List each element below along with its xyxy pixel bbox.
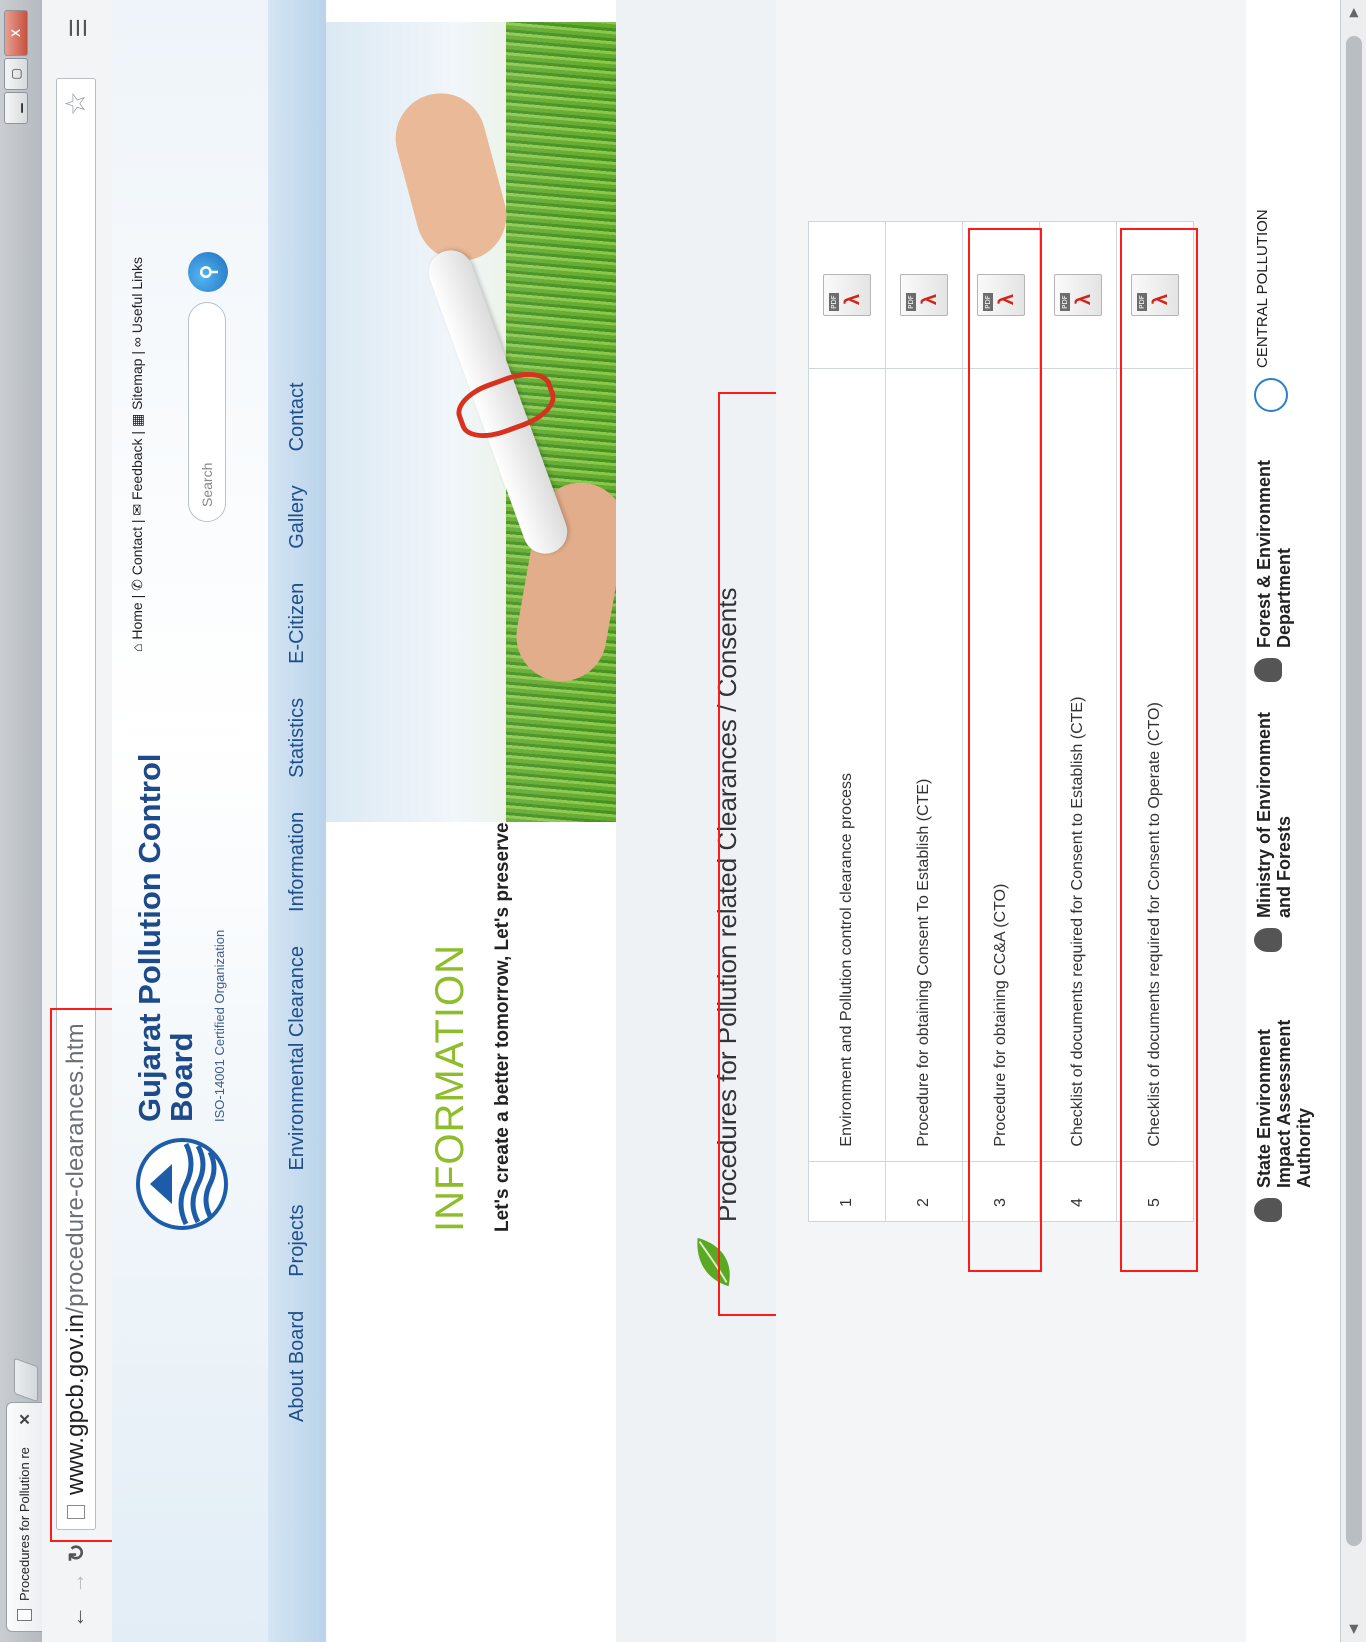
partner-seiaa[interactable]: State Environment Impact Assessment Auth… xyxy=(1254,968,1314,1222)
page-heading: INFORMATION xyxy=(428,943,472,1232)
window-controls: ▁ ▢ X xyxy=(4,10,28,124)
link-feedback[interactable]: Feedback xyxy=(129,438,145,499)
row-3-highlight-box xyxy=(968,228,1042,1272)
national-emblem-icon xyxy=(1254,658,1282,682)
scrollbar-thumb[interactable] xyxy=(1346,36,1362,1546)
tab-title: Procedures for Pollution re xyxy=(17,1447,32,1601)
pdf-tag: PDF xyxy=(829,293,839,312)
tab-active[interactable]: Procedures for Pollution re ✕ xyxy=(6,1402,42,1632)
pdf-cell: PDF λ xyxy=(885,221,963,369)
tab-strip: Procedures for Pollution re ✕ ▁ ▢ X xyxy=(0,0,42,1642)
org-subtitle: ISO-14001 Certified Organization xyxy=(212,929,227,1122)
pdf-tag: PDF xyxy=(906,293,916,312)
horizontal-scrollbar[interactable]: ◀ ▶ xyxy=(1340,0,1366,1642)
cpcb-logo-icon xyxy=(1254,378,1288,412)
table-row: 2 Procedure for obtaining Consent To Est… xyxy=(885,221,963,1222)
pdf-download-icon[interactable]: PDF λ xyxy=(1054,274,1102,317)
document-title: Environment and Pollution control cleara… xyxy=(808,368,886,1162)
site-header: Gujarat Pollution Control Board ISO-1400… xyxy=(112,0,326,1642)
menu-icon[interactable]: ☰ xyxy=(66,18,92,38)
pdf-download-icon[interactable]: PDF λ xyxy=(900,274,948,317)
nav-projects[interactable]: Projects xyxy=(286,1205,309,1277)
nav-e-citizen[interactable]: E-Citizen xyxy=(286,583,309,664)
national-emblem-icon xyxy=(1254,928,1282,952)
search-icon: ⚲ xyxy=(197,264,220,280)
close-tab-icon[interactable]: ✕ xyxy=(16,1413,34,1426)
utility-links: ⌂ Home | ✆ Contact | ✉ Feedback | ▦ Site… xyxy=(129,256,145,652)
link-chain-icon: ∞ xyxy=(129,337,145,348)
partner-label: State Environment Impact Assessment Auth… xyxy=(1254,1019,1314,1188)
scroll-right-arrow-icon[interactable]: ▶ xyxy=(1346,8,1360,17)
phone-icon: ✆ xyxy=(129,579,145,591)
link-sitemap[interactable]: Sitemap xyxy=(129,359,145,410)
partner-cpcb[interactable]: CENTRAL POLLUTION xyxy=(1254,209,1288,412)
maximize-button[interactable]: ▢ xyxy=(4,58,28,90)
reload-icon[interactable]: ↻ xyxy=(64,1544,90,1562)
banner-area: INFORMATION Let's create a better tomorr… xyxy=(326,0,616,1642)
acrobat-swoosh-icon: λ xyxy=(842,293,864,306)
link-useful[interactable]: Useful Links xyxy=(129,257,145,333)
nav-environmental-clearance[interactable]: Environmental Clearance xyxy=(286,946,309,1171)
scroll-left-arrow-icon[interactable]: ◀ xyxy=(1346,1625,1360,1634)
home-icon: ⌂ xyxy=(129,643,145,652)
search-button[interactable]: ⚲ xyxy=(188,252,228,292)
pdf-download-icon[interactable]: PDF λ xyxy=(823,274,871,317)
banner-image xyxy=(326,22,616,822)
partner-label: Forest & Environment Department xyxy=(1254,459,1294,648)
nav-about-board[interactable]: About Board xyxy=(286,1311,309,1422)
pdf-tag: PDF xyxy=(1060,293,1070,312)
link-home[interactable]: Home xyxy=(129,602,145,639)
partner-label: Ministry of Environment and Forests xyxy=(1254,711,1294,918)
document-title: Procedure for obtaining Consent To Estab… xyxy=(885,368,963,1162)
partner-forest-env[interactable]: Forest & Environment Department xyxy=(1254,428,1294,682)
document-title: Checklist of documents required for Cons… xyxy=(1039,368,1117,1162)
row-number: 4 xyxy=(1039,1161,1117,1222)
pdf-cell: PDF λ xyxy=(1039,221,1117,369)
main-nav: About Board Projects Environmental Clear… xyxy=(268,0,326,1642)
nav-information[interactable]: Information xyxy=(286,812,309,912)
sitemap-icon: ▦ xyxy=(129,413,145,428)
acrobat-swoosh-icon: λ xyxy=(919,293,941,306)
new-tab-button[interactable] xyxy=(14,1357,38,1403)
mail-icon: ✉ xyxy=(129,503,145,516)
nav-statistics[interactable]: Statistics xyxy=(286,698,309,778)
page-icon xyxy=(17,1609,32,1621)
minimize-button[interactable]: ▁ xyxy=(4,92,28,124)
national-emblem-icon xyxy=(1254,1198,1282,1222)
pdf-cell: PDF λ xyxy=(808,221,886,369)
partner-moef[interactable]: Ministry of Environment and Forests xyxy=(1254,698,1294,952)
gpcb-logo[interactable] xyxy=(132,1134,232,1234)
org-name[interactable]: Gujarat Pollution Control Board xyxy=(132,742,199,1122)
bookmark-star-icon[interactable]: ☆ xyxy=(59,91,92,116)
partner-label: CENTRAL POLLUTION xyxy=(1254,209,1271,368)
browser-window: Procedures for Pollution re ✕ ▁ ▢ X ← → … xyxy=(0,0,1366,1642)
table-row: 1 Environment and Pollution control clea… xyxy=(808,221,886,1222)
table-row: 4 Checklist of documents required for Co… xyxy=(1039,221,1117,1222)
forward-arrow-icon[interactable]: → xyxy=(64,1572,90,1594)
acrobat-swoosh-icon: λ xyxy=(1073,293,1095,306)
window-close-button[interactable]: X xyxy=(4,10,28,56)
back-arrow-icon[interactable]: ← xyxy=(64,1606,90,1628)
nav-contact[interactable]: Contact xyxy=(286,382,309,451)
hand-graphic xyxy=(385,83,517,271)
link-contact[interactable]: Contact xyxy=(129,527,145,575)
row-number: 1 xyxy=(808,1161,886,1222)
row-number: 2 xyxy=(885,1161,963,1222)
nav-gallery[interactable]: Gallery xyxy=(286,485,309,548)
search-input[interactable]: Search xyxy=(188,302,226,522)
row-5-highlight-box xyxy=(1120,228,1198,1272)
